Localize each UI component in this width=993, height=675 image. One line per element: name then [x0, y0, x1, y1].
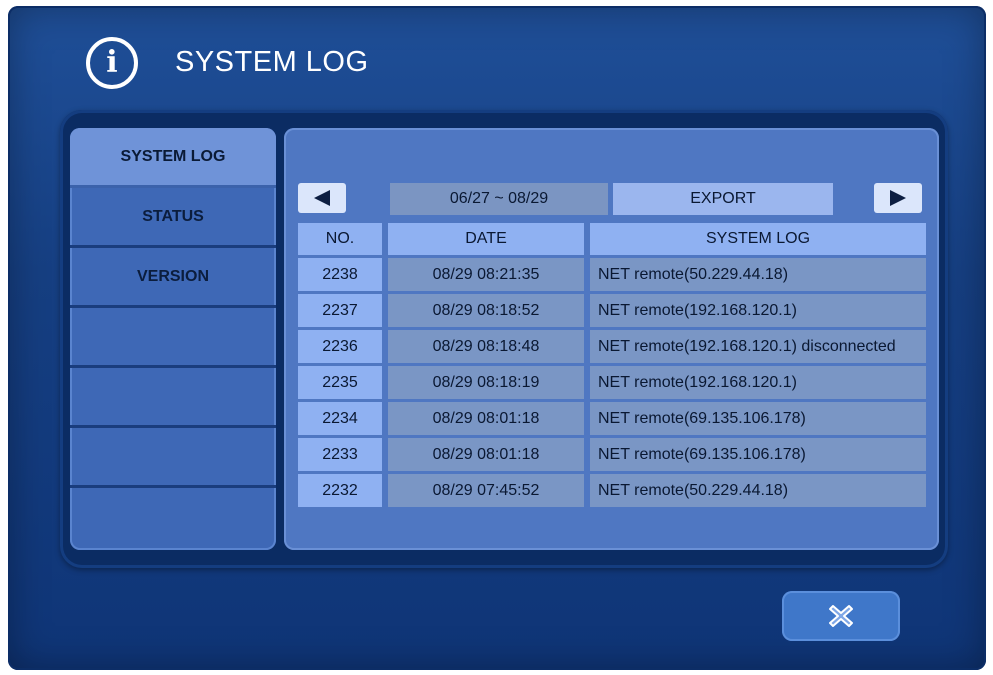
row-no: 2233: [298, 438, 382, 471]
table-row[interactable]: 2235 08/29 08:18:19 NET remote(192.168.1…: [298, 366, 926, 399]
next-page-button[interactable]: [874, 183, 922, 213]
row-date: 08/29 08:01:18: [388, 402, 584, 435]
sidebar-item-empty-3[interactable]: [70, 428, 276, 488]
export-button[interactable]: EXPORT: [613, 183, 833, 215]
table-row[interactable]: 2238 08/29 08:21:35 NET remote(50.229.44…: [298, 258, 926, 291]
date-range[interactable]: 06/27 ~ 08/29: [390, 183, 608, 215]
row-log: NET remote(69.135.106.178): [590, 438, 926, 471]
prev-page-button[interactable]: [298, 183, 346, 213]
row-log: NET remote(192.168.120.1) disconnected: [590, 330, 926, 363]
row-no: 2238: [298, 258, 382, 291]
row-log: NET remote(69.135.106.178): [590, 402, 926, 435]
row-no: 2234: [298, 402, 382, 435]
row-log: NET remote(50.229.44.18): [590, 258, 926, 291]
table-row[interactable]: 2236 08/29 08:18:48 NET remote(192.168.1…: [298, 330, 926, 363]
row-date: 08/29 08:18:52: [388, 294, 584, 327]
table-row[interactable]: 2237 08/29 08:18:52 NET remote(192.168.1…: [298, 294, 926, 327]
row-date: 08/29 08:21:35: [388, 258, 584, 291]
sidebar-item-empty-1[interactable]: [70, 308, 276, 368]
sidebar-item-empty-2[interactable]: [70, 368, 276, 428]
row-no: 2237: [298, 294, 382, 327]
table-row[interactable]: 2232 08/29 07:45:52 NET remote(50.229.44…: [298, 474, 926, 507]
table-row[interactable]: 2234 08/29 08:01:18 NET remote(69.135.10…: [298, 402, 926, 435]
sidebar-item-system-log[interactable]: SYSTEM LOG: [70, 128, 276, 188]
info-icon: i: [86, 37, 138, 89]
triangle-right-icon: [890, 190, 906, 206]
row-log: NET remote(50.229.44.18): [590, 474, 926, 507]
row-no: 2236: [298, 330, 382, 363]
row-no: 2235: [298, 366, 382, 399]
row-date: 08/29 07:45:52: [388, 474, 584, 507]
column-header-no: NO.: [298, 223, 382, 255]
close-button[interactable]: [782, 591, 900, 641]
row-date: 08/29 08:18:19: [388, 366, 584, 399]
sidebar-item-status[interactable]: STATUS: [70, 188, 276, 248]
sidebar-item-version[interactable]: VERSION: [70, 248, 276, 308]
page-title: SYSTEM LOG: [175, 46, 369, 78]
row-date: 08/29 08:18:48: [388, 330, 584, 363]
close-x-icon: [829, 605, 853, 627]
column-header-system-log: SYSTEM LOG: [590, 223, 926, 255]
table-row[interactable]: 2233 08/29 08:01:18 NET remote(69.135.10…: [298, 438, 926, 471]
row-no: 2232: [298, 474, 382, 507]
sidebar: SYSTEM LOG STATUS VERSION: [70, 128, 276, 550]
triangle-left-icon: [314, 190, 330, 206]
row-date: 08/29 08:01:18: [388, 438, 584, 471]
row-log: NET remote(192.168.120.1): [590, 294, 926, 327]
row-log: NET remote(192.168.120.1): [590, 366, 926, 399]
column-header-date: DATE: [388, 223, 584, 255]
